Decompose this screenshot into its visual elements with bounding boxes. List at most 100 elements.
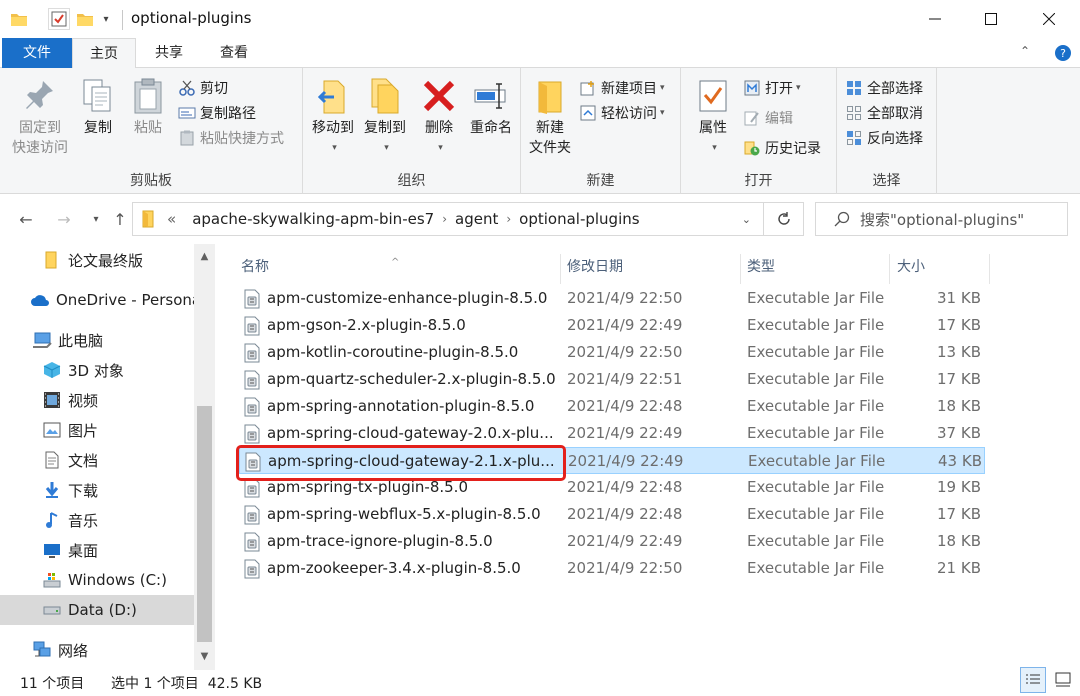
column-header-date[interactable]: 修改日期 bbox=[541, 252, 721, 282]
properties-button[interactable]: 属性 ▾ bbox=[691, 76, 735, 158]
copy-to-button[interactable]: 复制到 ▾ bbox=[359, 76, 411, 158]
paste-button[interactable]: 粘贴 bbox=[126, 76, 170, 138]
column-divider[interactable] bbox=[989, 254, 990, 284]
file-row[interactable]: apm-customize-enhance-plugin-8.5.0 2021/4… bbox=[239, 285, 985, 312]
select-none-button[interactable]: 全部取消 bbox=[845, 101, 923, 125]
open-group-label: 打开 bbox=[744, 173, 773, 189]
sidebar-item-documents[interactable]: 文档 bbox=[0, 445, 194, 475]
select-all-button[interactable]: 全部选择 bbox=[845, 76, 923, 100]
column-header-type[interactable]: 类型 bbox=[721, 252, 881, 282]
sidebar-item-thesis-folder[interactable]: 论文最终版 bbox=[0, 245, 194, 275]
file-row[interactable]: apm-trace-ignore-plugin-8.5.0 2021/4/9 22… bbox=[239, 528, 985, 555]
large-icons-view-button[interactable] bbox=[1050, 667, 1076, 693]
sidebar-item-pictures[interactable]: 图片 bbox=[0, 415, 194, 445]
drive-c-icon bbox=[42, 570, 62, 590]
open-group: 属性 ▾ 打开 ▾ 编辑 历史记录 打开 bbox=[681, 68, 837, 194]
history-button[interactable]: 历史记录 bbox=[743, 136, 821, 160]
invert-selection-button[interactable]: 反向选择 bbox=[845, 126, 923, 150]
sidebar-scrollbar[interactable]: ▲ ▼ bbox=[194, 244, 215, 670]
details-view-icon bbox=[1026, 674, 1040, 684]
sidebar-item-network[interactable]: 网络 bbox=[0, 635, 194, 665]
forward-arrow-icon[interactable]: → bbox=[52, 207, 76, 231]
search-input[interactable]: 搜索"optional-plugins" bbox=[860, 209, 1024, 230]
tab-file[interactable]: 文件 bbox=[2, 38, 72, 68]
breadcrumb-chevron-icon[interactable]: › bbox=[506, 212, 511, 226]
file-type: Executable Jar File bbox=[747, 532, 885, 550]
paste-shortcut-button[interactable]: 粘贴快捷方式 bbox=[178, 126, 284, 150]
breadcrumb-chevron-icon[interactable]: › bbox=[442, 212, 447, 226]
tab-home[interactable]: 主页 bbox=[72, 38, 136, 69]
scrollbar-thumb[interactable] bbox=[197, 406, 212, 642]
refresh-button[interactable] bbox=[764, 202, 804, 236]
new-folder-quick-icon[interactable] bbox=[76, 8, 94, 30]
sidebar-item-drive-d[interactable]: Data (D:) bbox=[0, 595, 194, 625]
copy-button[interactable]: 复制 bbox=[76, 76, 120, 138]
file-size: 18 KB bbox=[937, 397, 981, 415]
breadcrumb-overflow[interactable]: « bbox=[167, 210, 176, 228]
scissors-icon bbox=[178, 79, 196, 97]
sidebar-item-onedrive[interactable]: OneDrive - Persona bbox=[0, 285, 194, 315]
details-view-button[interactable] bbox=[1020, 667, 1046, 693]
sidebar-item-downloads[interactable]: 下载 bbox=[0, 475, 194, 505]
open-button[interactable]: 打开 ▾ bbox=[743, 76, 801, 100]
file-row[interactable]: apm-kotlin-coroutine-plugin-8.5.0 2021/4/… bbox=[239, 339, 985, 366]
delete-label: 删除 bbox=[425, 120, 453, 136]
move-to-button[interactable]: 移动到 ▾ bbox=[307, 76, 359, 158]
cut-button[interactable]: 剪切 bbox=[178, 76, 228, 100]
collapse-ribbon-icon[interactable]: ⌃ bbox=[1020, 44, 1038, 62]
tab-share[interactable]: 共享 bbox=[140, 38, 198, 68]
close-button[interactable] bbox=[1022, 0, 1076, 38]
sidebar-item-videos[interactable]: 视频 bbox=[0, 385, 194, 415]
jar-file-icon bbox=[244, 559, 260, 579]
scroll-up-icon[interactable]: ▲ bbox=[194, 246, 215, 266]
help-icon[interactable]: ? bbox=[1054, 44, 1072, 62]
move-to-caret-icon: ▾ bbox=[332, 143, 337, 153]
documents-icon bbox=[42, 450, 62, 470]
breadcrumb-item[interactable]: optional-plugins bbox=[519, 210, 639, 228]
new-folder-button[interactable]: 新建 文件夹 bbox=[525, 76, 575, 158]
scroll-down-icon[interactable]: ▼ bbox=[194, 646, 215, 666]
sidebar-item-drive-c[interactable]: Windows (C:) bbox=[0, 565, 194, 595]
jar-file-icon bbox=[244, 316, 260, 336]
sidebar-item-music[interactable]: 音乐 bbox=[0, 505, 194, 535]
search-icon bbox=[834, 211, 850, 227]
back-arrow-icon[interactable]: ← bbox=[14, 207, 38, 231]
sidebar-item-desktop[interactable]: 桌面 bbox=[0, 535, 194, 565]
file-row[interactable]: apm-zookeeper-3.4.x-plugin-8.5.0 2021/4/9… bbox=[239, 555, 985, 582]
address-bar[interactable]: « apache-skywalking-apm-bin-es7 › agent … bbox=[132, 202, 764, 236]
copy-path-button[interactable]: 复制路径 bbox=[178, 101, 256, 125]
breadcrumb-item[interactable]: apache-skywalking-apm-bin-es7 bbox=[192, 210, 434, 228]
search-box[interactable]: 搜索"optional-plugins" bbox=[815, 202, 1068, 236]
address-dropdown-icon[interactable]: ⌄ bbox=[742, 213, 751, 226]
edit-button[interactable]: 编辑 bbox=[743, 106, 793, 130]
file-type: Executable Jar File bbox=[747, 397, 885, 415]
properties-icon bbox=[691, 76, 735, 116]
file-row[interactable]: apm-spring-webflux-5.x-plugin-8.5.0 2021/… bbox=[239, 501, 985, 528]
up-arrow-icon[interactable]: ↑ bbox=[108, 207, 132, 231]
easy-access-button[interactable]: 轻松访问 ▾ bbox=[579, 101, 665, 125]
select-none-label: 全部取消 bbox=[867, 106, 923, 122]
properties-quick-icon[interactable] bbox=[48, 8, 70, 30]
file-row[interactable]: apm-gson-2.x-plugin-8.5.0 2021/4/9 22:49 E… bbox=[239, 312, 985, 339]
column-header-size[interactable]: 大小 bbox=[871, 252, 971, 282]
sidebar-item-3d-objects[interactable]: 3D 对象 bbox=[0, 355, 194, 385]
window-title: optional-plugins bbox=[131, 9, 252, 27]
maximize-button[interactable] bbox=[964, 0, 1018, 38]
file-row[interactable]: apm-quartz-scheduler-2.x-plugin-8.5.0 202… bbox=[239, 366, 985, 393]
rename-button[interactable]: 重命名 bbox=[465, 76, 517, 138]
sidebar-item-this-pc[interactable]: 此电脑 bbox=[0, 325, 194, 355]
delete-button[interactable]: 删除 ▾ bbox=[417, 76, 461, 158]
tab-view[interactable]: 查看 bbox=[205, 38, 263, 68]
network-icon bbox=[32, 640, 52, 660]
recent-locations-chevron-icon[interactable]: ▾ bbox=[84, 207, 108, 231]
customize-toolbar-icon[interactable]: ▾ bbox=[98, 8, 114, 30]
minimize-button[interactable] bbox=[908, 0, 962, 38]
file-date: 2021/4/9 22:51 bbox=[567, 370, 683, 388]
breadcrumb-item[interactable]: agent bbox=[455, 210, 498, 228]
new-item-button[interactable]: 新建项目 ▾ bbox=[579, 76, 665, 100]
file-row[interactable]: apm-spring-cloud-gateway-2.0.x-plu... 202… bbox=[239, 420, 985, 447]
pin-to-quick-access-button[interactable]: 固定到 快速访问 bbox=[8, 76, 72, 158]
column-header-name[interactable]: ^ 名称 bbox=[215, 252, 560, 282]
file-type: Executable Jar File bbox=[747, 343, 885, 361]
file-row[interactable]: apm-spring-annotation-plugin-8.5.0 2021/4… bbox=[239, 393, 985, 420]
